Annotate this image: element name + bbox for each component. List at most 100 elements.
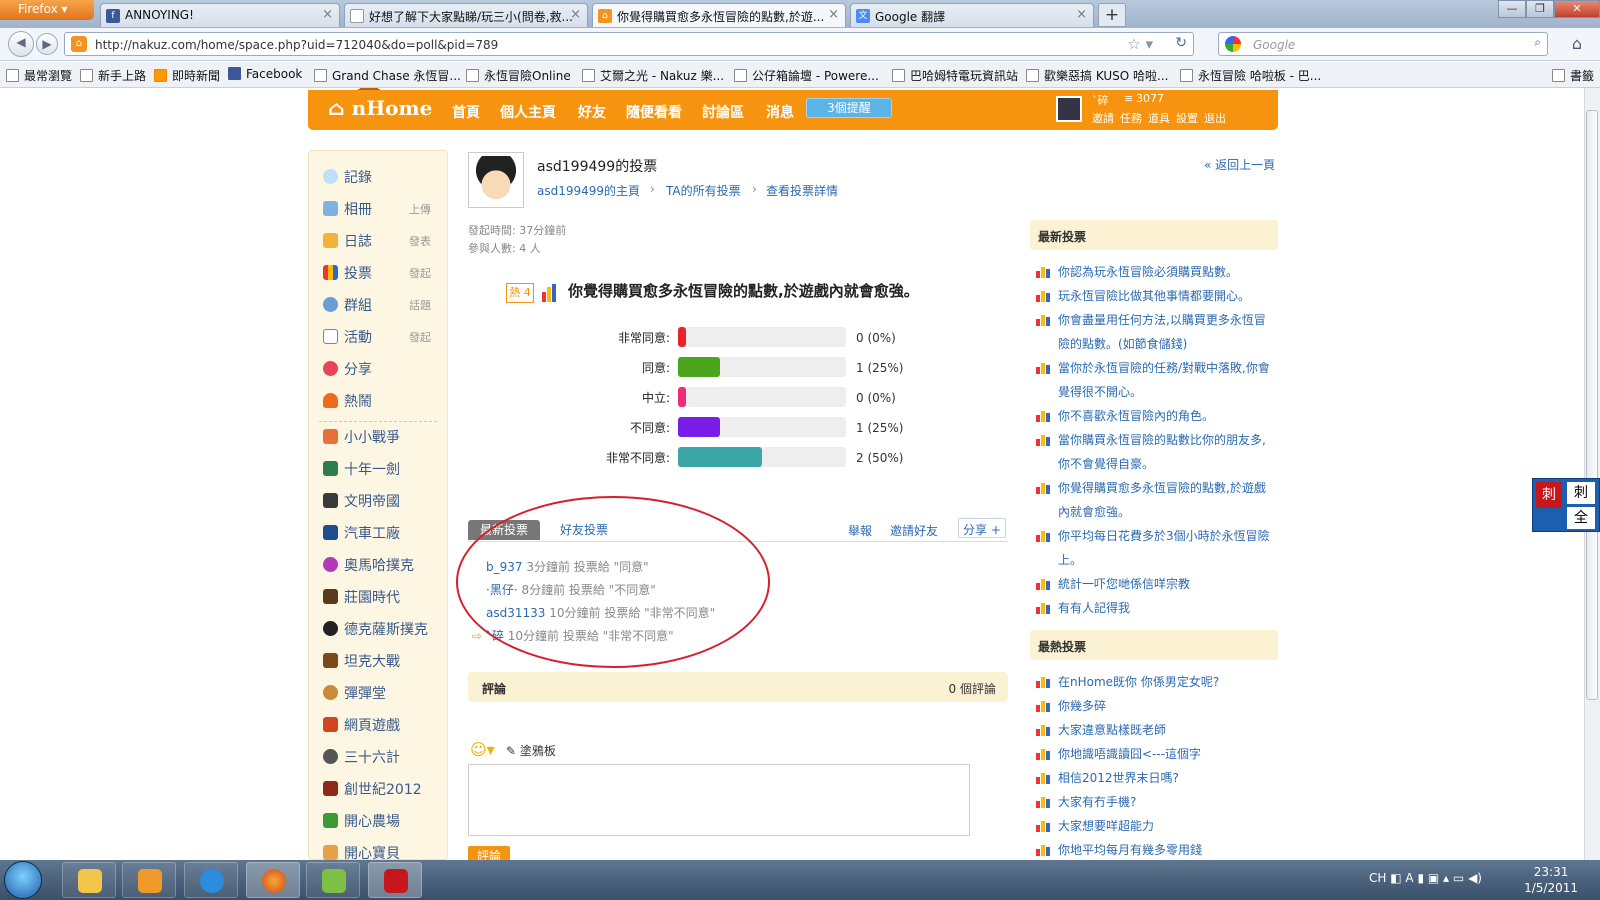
bookmark-item[interactable]: 歡樂惡搞 KUSO 哈啦... xyxy=(1026,67,1168,84)
back-link[interactable]: « 返回上一頁 xyxy=(1204,156,1275,173)
search-input[interactable]: Google ⌕ xyxy=(1218,32,1548,56)
poll-list-item[interactable]: 你地平均每月有幾多零用錢 xyxy=(1036,838,1276,862)
poll-list-item[interactable]: 大家想要咩超能力 xyxy=(1036,814,1276,838)
bookmarks-menu[interactable]: 書籤 xyxy=(1552,67,1594,84)
search-icon[interactable]: ⌕ xyxy=(1534,35,1541,50)
close-tab-icon[interactable]: × xyxy=(322,7,333,22)
poll-list-item[interactable]: 當你購買永恆冒險的點數比你的朋友多,你不會覺得自豪。 xyxy=(1036,428,1276,476)
sidebar-item-event[interactable]: 活動 發起 xyxy=(323,327,431,347)
nav-friends[interactable]: 好友 xyxy=(578,102,606,122)
logout-link[interactable]: 退出 xyxy=(1204,110,1226,126)
sidebar-app[interactable]: 坦克大戰 xyxy=(323,651,400,671)
sidebar-app[interactable]: 網頁遊戲 xyxy=(323,715,400,735)
back-button[interactable]: ◀ xyxy=(8,31,34,57)
address-bar[interactable]: ⌂ http://nakuz.com/home/space.php?uid=71… xyxy=(64,32,1194,56)
poll-owner-avatar[interactable] xyxy=(468,152,524,208)
poll-list-item[interactable]: 你覺得購買愈多永恆冒險的點數,於遊戲內就會愈強。 xyxy=(1036,476,1276,524)
user-name[interactable]: `碎 xyxy=(1092,92,1109,108)
sidebar-app[interactable]: 十年一劍 xyxy=(323,459,400,479)
firefox-menu-button[interactable]: Firefox ▾ xyxy=(0,0,94,20)
poll-list-item[interactable]: 當你於永恆冒險的任務/對戰中落敗,你會覺得很不開心。 xyxy=(1036,356,1276,404)
topic-link[interactable]: 話題 xyxy=(409,297,431,313)
tray-arrow-icon[interactable]: ▴ xyxy=(1443,871,1449,885)
poll-list-item[interactable]: 在nHome既你 你係男定女呢? xyxy=(1036,670,1276,694)
sidebar-app[interactable]: 莊園時代 xyxy=(323,587,400,607)
tab-survey-thread[interactable]: 好想了解下大家點睇/玩三小(問卷,救... × xyxy=(344,3,588,27)
tab-annoying[interactable]: f ANNOYING! × xyxy=(100,3,340,27)
poll-list-item[interactable]: 有有人記得我 xyxy=(1036,596,1276,620)
sidebar-app[interactable]: 汽車工廠 xyxy=(323,523,400,543)
start-poll-link[interactable]: 發起 xyxy=(409,265,431,281)
reminders-button[interactable]: 3個提醒 xyxy=(806,98,892,118)
sidebar-app[interactable]: 奧馬哈撲克 xyxy=(323,555,414,575)
items-link[interactable]: 道具 xyxy=(1148,110,1170,126)
sidebar-app[interactable]: 三十六計 xyxy=(323,747,400,767)
nhome-logo[interactable]: ⌂ nHome xyxy=(328,86,432,124)
nav-browse[interactable]: 隨便看看 xyxy=(626,102,682,122)
poll-list-item[interactable]: 相信2012世界末日嗎? xyxy=(1036,766,1276,790)
ime-indicator[interactable]: CH xyxy=(1369,871,1386,885)
bookmark-item[interactable]: 永恆冒險Online xyxy=(466,67,571,84)
start-button[interactable] xyxy=(4,861,42,899)
app-taskbar-icon[interactable] xyxy=(306,862,360,898)
explorer-taskbar-icon[interactable] xyxy=(62,862,116,898)
comment-textarea[interactable] xyxy=(468,764,970,836)
bookmark-item[interactable]: 即時新聞 xyxy=(154,67,220,84)
poll-list-item[interactable]: 你認為玩永恆冒險必須購買點數。 xyxy=(1036,260,1276,284)
ime-width-icon[interactable]: 全 xyxy=(1567,507,1595,529)
upload-link[interactable]: 上傳 xyxy=(409,201,431,217)
invite-link[interactable]: 邀請 xyxy=(1092,110,1114,126)
poll-list-item[interactable]: 大家違意點樣既老師 xyxy=(1036,718,1276,742)
sidebar-app[interactable]: 創世紀2012 xyxy=(323,779,422,799)
tab-current-poll[interactable]: ⌂ 你覺得購買愈多永恆冒險的點數,於遊... × xyxy=(592,3,846,27)
reload-icon[interactable]: ↻ xyxy=(1175,35,1187,51)
sidebar-app[interactable]: 文明帝國 xyxy=(323,491,400,511)
volume-icon[interactable]: ◀) xyxy=(1468,871,1482,885)
bookmark-item[interactable]: 最常瀏覽 xyxy=(6,67,72,84)
sidebar-app[interactable]: 開心農場 xyxy=(323,811,400,831)
breadcrumb-home[interactable]: asd199499的主頁 xyxy=(537,182,640,199)
sidebar-item-share[interactable]: 分享 xyxy=(323,359,372,379)
share-button[interactable]: 分享 + xyxy=(958,518,1006,538)
post-link[interactable]: 發表 xyxy=(409,233,431,249)
close-tab-icon[interactable]: × xyxy=(1076,7,1087,22)
bookmark-item[interactable]: 新手上路 xyxy=(80,67,146,84)
bookmark-item[interactable]: Grand Chase 永恆冒... xyxy=(314,67,461,84)
close-window-button[interactable]: ✕ xyxy=(1554,0,1600,18)
invite-friends-link[interactable]: 邀請好友 xyxy=(890,522,938,539)
floating-ime-widget[interactable]: 刺 刺 全 xyxy=(1532,478,1600,532)
poll-list-item[interactable]: 玩永恆冒險比做其他事情都要開心。 xyxy=(1036,284,1276,308)
close-tab-icon[interactable]: × xyxy=(570,7,581,22)
sidebar-app[interactable]: 德克薩斯撲克 xyxy=(323,619,428,639)
ime-icons[interactable]: ◧ A ▮ ▣ xyxy=(1390,871,1439,885)
tab-google-translate[interactable]: 文 Google 翻譯 × xyxy=(850,3,1094,27)
poll-list-item[interactable]: 你幾多碎 xyxy=(1036,694,1276,718)
poll-list-item[interactable]: 你不喜歡永恆冒險內的角色。 xyxy=(1036,404,1276,428)
settings-link[interactable]: 設置 xyxy=(1176,110,1198,126)
sidebar-item-record[interactable]: 記錄 xyxy=(323,167,372,187)
sidebar-item-poll[interactable]: 投票 發起 xyxy=(323,263,431,283)
sidebar-item-blog[interactable]: 日誌 發表 xyxy=(323,231,431,251)
report-link[interactable]: 舉報 xyxy=(848,522,872,539)
poll-list-item[interactable]: 你地識唔識讀囧<---這個字 xyxy=(1036,742,1276,766)
emoticon-icon[interactable]: ☺▾ xyxy=(470,740,495,759)
sidebar-item-album[interactable]: 相冊 上傳 xyxy=(323,199,431,219)
sidebar-item-hot[interactable]: 熱鬧 xyxy=(323,391,372,411)
bookmark-item[interactable]: 巴哈姆特電玩資訊站 xyxy=(892,67,1018,84)
network-icon[interactable]: ▭ xyxy=(1453,871,1464,885)
ie-taskbar-icon[interactable] xyxy=(184,862,238,898)
forward-button[interactable]: ▶ xyxy=(36,33,58,55)
poll-list-item[interactable]: 統計一吓您哋係信咩宗教 xyxy=(1036,572,1276,596)
new-tab-button[interactable]: + xyxy=(1098,3,1126,27)
home-icon[interactable]: ⌂ xyxy=(1566,34,1588,56)
poll-list-item[interactable]: 你會盡量用任何方法,以購買更多永恆冒險的點數。(如節食儲錢) xyxy=(1036,308,1276,356)
bookmark-item[interactable]: Facebook xyxy=(228,67,302,81)
user-avatar[interactable] xyxy=(1056,96,1082,122)
sidebar-app[interactable]: 小小戰爭 xyxy=(323,427,400,447)
nav-home[interactable]: 首頁 xyxy=(452,102,480,122)
tasks-link[interactable]: 任務 xyxy=(1120,110,1142,126)
nav-forum[interactable]: 討論區 xyxy=(702,102,744,122)
breadcrumb-all-polls[interactable]: TA的所有投票 xyxy=(666,182,741,199)
poll-list-item[interactable]: 大家有冇手機? xyxy=(1036,790,1276,814)
breadcrumb-poll-detail[interactable]: 查看投票詳情 xyxy=(766,182,838,199)
